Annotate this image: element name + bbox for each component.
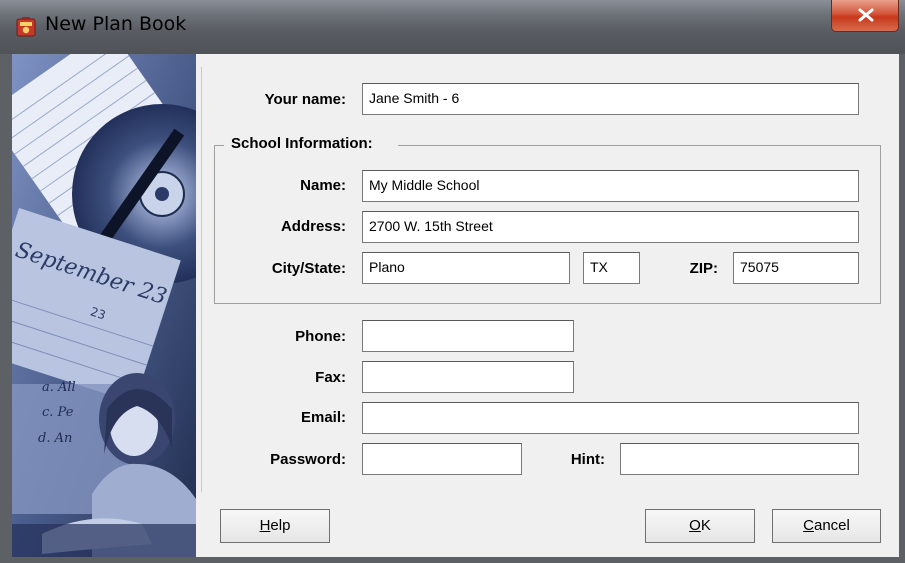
image-divider — [201, 67, 202, 492]
close-button[interactable] — [831, 0, 899, 32]
title-bar[interactable]: New Plan Book — [0, 0, 905, 55]
email-label: Email: — [300, 409, 346, 426]
school-information-title: School Information: — [228, 135, 376, 152]
group-border-top — [398, 145, 881, 146]
your-name-input[interactable]: Jane Smith - 6 — [362, 83, 859, 115]
cancel-mnemonic: C — [803, 517, 814, 534]
notebook-line-2: c. Pe — [42, 405, 74, 420]
help-button[interactable]: Help — [220, 509, 330, 543]
window-frame-left — [0, 54, 12, 563]
ok-mnemonic: O — [689, 517, 701, 534]
zip-label: ZIP: — [689, 260, 718, 277]
teacher-illustration: September 23 23 a. All c. Pe d. An — [12, 54, 196, 557]
password-label: Password: — [270, 451, 346, 468]
cancel-label-rest: ancel — [813, 517, 850, 534]
fax-input[interactable] — [362, 361, 574, 393]
phone-label: Phone: — [295, 328, 346, 345]
cancel-button[interactable]: Cancel — [772, 509, 881, 543]
help-mnemonic: H — [259, 517, 271, 534]
city-input[interactable]: Plano — [362, 252, 570, 284]
window-frame-bottom — [0, 557, 905, 563]
group-border-top — [214, 145, 224, 146]
zip-input[interactable]: 75075 — [733, 252, 859, 284]
help-label-rest: elp — [270, 517, 291, 534]
new-plan-book-dialog: New Plan Book September 23 23 a. All c. … — [0, 0, 905, 563]
state-input[interactable]: TX — [583, 252, 640, 284]
address-label: Address: — [280, 218, 346, 235]
address-input[interactable]: 2700 W. 15th Street — [362, 211, 859, 243]
hint-label: Hint: — [570, 451, 605, 468]
notebook-line-1: a. All — [42, 380, 76, 395]
plan-book-app-icon — [16, 17, 36, 37]
ok-label-rest: K — [700, 517, 711, 534]
notebook-line-3: d. An — [38, 431, 72, 446]
teacher-banner-image: September 23 23 a. All c. Pe d. An — [12, 54, 196, 557]
email-input[interactable] — [362, 402, 859, 434]
fax-label: Fax: — [315, 369, 346, 386]
school-name-input[interactable]: My Middle School — [362, 170, 859, 202]
city-state-label: City/State: — [271, 260, 346, 277]
ok-button[interactable]: OK — [645, 509, 755, 543]
hint-input[interactable] — [620, 443, 859, 475]
your-name-label: Your name: — [264, 91, 346, 108]
close-icon — [858, 8, 874, 22]
password-input[interactable] — [362, 443, 522, 475]
window-title: New Plan Book — [45, 13, 187, 35]
school-name-label: Name: — [300, 177, 346, 194]
phone-input[interactable] — [362, 320, 574, 352]
window-frame-right — [899, 54, 905, 563]
